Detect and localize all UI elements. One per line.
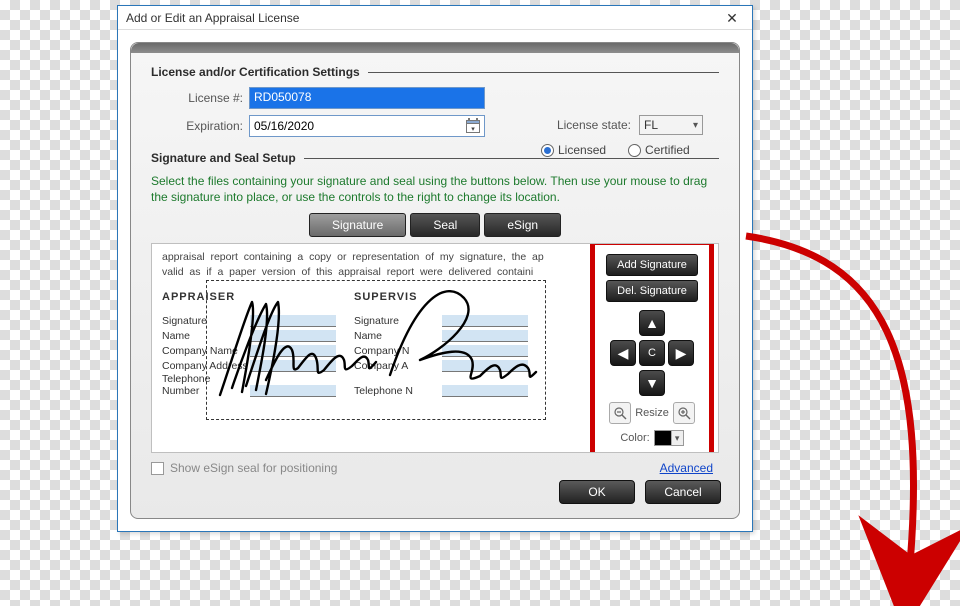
- color-row: Color: ▾: [620, 430, 683, 446]
- field-telephone-label: Telephone Number: [162, 373, 250, 397]
- expiration-label: Expiration:: [151, 119, 243, 133]
- divider: [304, 158, 719, 159]
- legal-text: appraisal report containing a copy or re…: [162, 250, 528, 278]
- cancel-button[interactable]: Cancel: [645, 480, 721, 504]
- license-state-value: FL: [644, 118, 658, 132]
- sup-field-company-address-label: Company A: [354, 360, 442, 372]
- titlebar: Add or Edit an Appraisal License ✕: [118, 6, 752, 30]
- license-number-label: License #:: [151, 91, 243, 105]
- license-state-label: License state:: [541, 118, 631, 132]
- appraisal-license-dialog: Add or Edit an Appraisal License ✕ Licen…: [117, 5, 753, 532]
- sup-field-telephone-label: Telephone N: [354, 385, 442, 397]
- radio-licensed-label: Licensed: [558, 143, 606, 157]
- add-signature-button[interactable]: Add Signature: [606, 254, 698, 276]
- svg-text:▾: ▾: [471, 126, 475, 133]
- license-right-column: License state: FL ▾ Licensed Certified: [541, 115, 740, 157]
- sup-field-company-name-line: [442, 345, 528, 357]
- ok-button[interactable]: OK: [559, 480, 635, 504]
- close-icon[interactable]: ✕: [718, 8, 746, 28]
- center-button[interactable]: C: [639, 340, 665, 366]
- radio-certified-dot: [628, 144, 641, 157]
- legal-line-1: appraisal report containing a copy or re…: [162, 251, 544, 263]
- license-number-input[interactable]: RD050078: [249, 87, 485, 109]
- chevron-down-icon: ▾: [671, 431, 683, 445]
- show-esign-seal-checkbox[interactable]: Show eSign seal for positioning: [151, 461, 337, 475]
- color-picker[interactable]: ▾: [654, 430, 684, 446]
- radio-licensed-dot: [541, 144, 554, 157]
- signature-hint: Select the files containing your signatu…: [151, 173, 719, 205]
- field-company-address-line: [250, 360, 336, 372]
- delete-signature-button[interactable]: Del. Signature: [606, 280, 698, 302]
- sup-field-signature-line: [442, 315, 528, 327]
- license-type-radios: Licensed Certified: [541, 143, 740, 157]
- radio-certified-label: Certified: [645, 143, 690, 157]
- color-swatch: [655, 431, 671, 445]
- signature-preview[interactable]: appraisal report containing a copy or re…: [151, 243, 719, 453]
- dialog-button-bar: OK Cancel: [559, 480, 721, 504]
- sup-field-name-label: Name: [354, 330, 442, 342]
- field-telephone-line: [250, 385, 336, 397]
- tab-seal[interactable]: Seal: [410, 213, 480, 237]
- appraiser-title: APPRAISER: [162, 291, 336, 303]
- field-company-name-label: Company Name: [162, 345, 250, 357]
- radio-certified[interactable]: Certified: [628, 143, 690, 157]
- field-signature-line: [250, 315, 336, 327]
- divider: [368, 72, 719, 73]
- supervisor-title: SUPERVIS: [354, 291, 528, 303]
- sup-field-company-name-label: Company N: [354, 345, 442, 357]
- resize-row: Resize: [609, 402, 695, 424]
- signature-control-panel: Add Signature Del. Signature ▲ ◀ C ▶ ▼ R…: [596, 244, 708, 453]
- tabs: Signature Seal eSign: [151, 213, 719, 237]
- field-company-name-line: [250, 345, 336, 357]
- sup-field-company-address-line: [442, 360, 528, 372]
- zoom-in-icon[interactable]: [673, 402, 695, 424]
- supervisor-column: SUPERVIS Signature Name Company N Compan…: [354, 291, 528, 398]
- field-company-address-label: Company Address: [162, 360, 250, 372]
- sup-field-signature-label: Signature: [354, 315, 442, 327]
- field-signature-label: Signature: [162, 315, 250, 327]
- license-state-select[interactable]: FL ▾: [639, 115, 703, 135]
- expiration-date-input[interactable]: 05/16/2020 ▾: [249, 115, 485, 137]
- expiration-value: 05/16/2020: [254, 119, 314, 133]
- dpad: ▲ ◀ C ▶ ▼: [606, 310, 698, 396]
- tab-signature[interactable]: Signature: [309, 213, 406, 237]
- license-state-row: License state: FL ▾: [541, 115, 740, 135]
- show-esign-seal-label: Show eSign seal for positioning: [170, 461, 337, 475]
- tab-esign[interactable]: eSign: [484, 213, 561, 237]
- license-settings-heading-text: License and/or Certification Settings: [151, 65, 360, 79]
- signature-seal-heading-text: Signature and Seal Setup: [151, 151, 296, 165]
- arrow-left-icon[interactable]: ◀: [610, 340, 636, 366]
- arrow-right-icon[interactable]: ▶: [668, 340, 694, 366]
- chevron-down-icon: ▾: [693, 120, 698, 131]
- appraiser-column: APPRAISER Signature Name Company Name Co…: [162, 291, 336, 398]
- preview-footer: Show eSign seal for positioning Advanced: [151, 461, 719, 475]
- legal-line-2: valid as if a paper version of this appr…: [162, 266, 533, 278]
- radio-licensed[interactable]: Licensed: [541, 143, 606, 157]
- advanced-link[interactable]: Advanced: [660, 461, 713, 475]
- callout-arrow: [734, 226, 944, 606]
- field-name-label: Name: [162, 330, 250, 342]
- resize-label: Resize: [635, 407, 669, 419]
- arrow-up-icon[interactable]: ▲: [639, 310, 665, 336]
- field-name-line: [250, 330, 336, 342]
- dialog-title: Add or Edit an Appraisal License: [126, 11, 718, 25]
- dialog-body: License and/or Certification Settings Li…: [130, 42, 740, 519]
- checkbox-box: [151, 462, 164, 475]
- sup-field-telephone-line: [442, 385, 528, 397]
- zoom-out-icon[interactable]: [609, 402, 631, 424]
- license-settings-heading: License and/or Certification Settings: [151, 65, 719, 79]
- color-label: Color:: [620, 432, 649, 444]
- calendar-icon[interactable]: ▾: [466, 118, 480, 134]
- license-number-row: License #: RD050078: [151, 87, 719, 109]
- arrow-down-icon[interactable]: ▼: [639, 370, 665, 396]
- sup-field-name-line: [442, 330, 528, 342]
